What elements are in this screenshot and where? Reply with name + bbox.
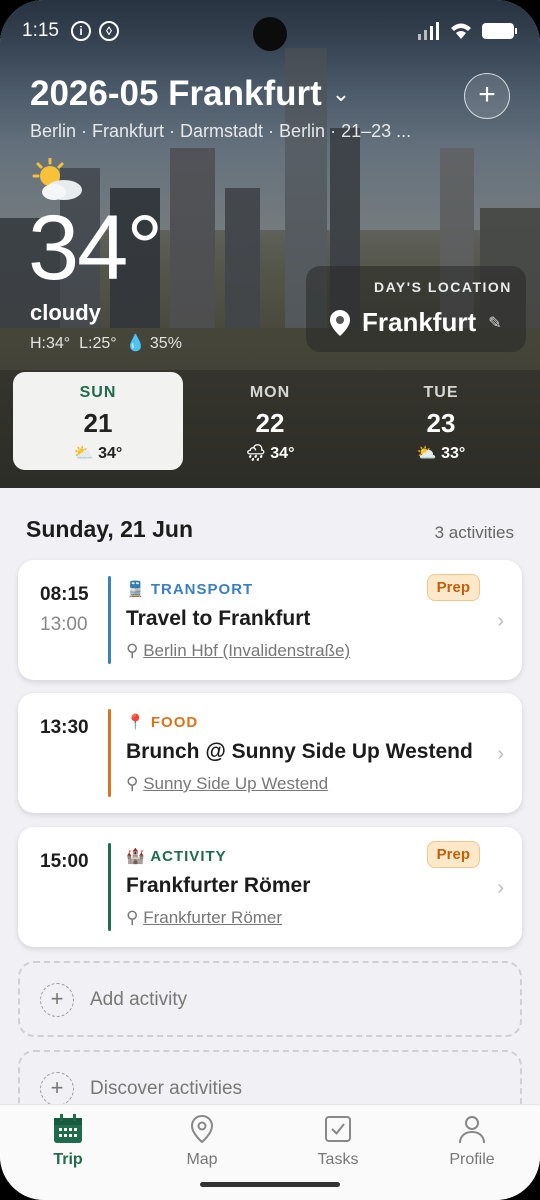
pin-icon: ⚲ [126,908,139,927]
activity-title: Frankfurter Römer [126,874,311,897]
start-time: 15:00 [40,851,89,872]
signal-icon [418,22,439,40]
category-bar [108,843,111,931]
nav-tasks[interactable]: Tasks [288,1113,388,1169]
activity-place[interactable]: ⚲ Berlin Hbf (Invalidenstraße) [126,641,350,661]
prep-badge: Prep [426,574,480,601]
category-bar [108,576,111,664]
pin-icon: ⚲ [126,774,139,793]
day-date: 23 [426,408,456,438]
chevron-down-icon: ⌄ [331,81,351,106]
edit-icon[interactable]: ✎ [488,313,501,333]
home-indicator [200,1182,340,1187]
prep-badge: Prep [426,841,480,868]
camera-cutout [253,17,287,51]
weather-condition: cloudy [30,300,101,325]
trip-title[interactable]: 2026-05 Frankfurt ⌄ [30,74,350,114]
high-temp: H:34° [30,335,71,352]
nav-map[interactable]: Map [152,1113,252,1169]
nav-tasks-label: Tasks [317,1151,359,1168]
plus-icon: + [40,983,74,1017]
activity-card[interactable]: 08:15 13:00 🚆 TRANSPORT Prep Travel to F… [18,560,522,680]
activity-place[interactable]: ⚲ Frankfurter Römer [126,908,282,928]
shield-icon: ◊ [98,21,119,41]
day-name: SUN [79,384,117,401]
day-heading: Sunday, 21 Jun [26,516,194,542]
wifi-icon [451,23,471,39]
chevron-right-icon: › [497,743,504,765]
raindrop-icon: 💧 [125,335,146,352]
trip-title-text: 2026-05 Frankfurt [30,74,322,113]
nav-map-label: Map [186,1151,218,1168]
pin-icon: ⚲ [126,641,139,660]
rain-cloud-icon: 🌧 [245,445,266,462]
train-icon: 🚆 [126,581,146,598]
day-name: TUE [423,384,459,401]
day-location-name: Frankfurt [362,307,477,337]
nav-trip[interactable]: Trip [18,1113,118,1169]
map-pin-icon: 📍 [126,714,146,731]
activity-card[interactable]: 13:30 📍 FOOD Brunch @ Sunny Side Up West… [18,693,522,813]
activity-place[interactable]: ⚲ Sunny Side Up Westend [126,774,328,794]
day-tab-sun[interactable]: SUN 21 ⛅ 34° [13,372,183,470]
add-activity-button[interactable]: + Add activity [18,961,522,1037]
nav-profile[interactable]: Profile [422,1113,522,1169]
checkbox-icon [325,1116,351,1142]
day-temp: 33° [441,445,466,462]
trip-hero: 1:15 i ◊ 2026-05 Frankfurt ⌄ + Berlin · … [0,0,540,488]
day-temp: 34° [98,445,123,462]
rain-chance: 35% [149,335,182,352]
nav-trip-label: Trip [53,1151,83,1168]
activity-title: Travel to Frankfurt [126,607,311,630]
weather-details: H:34° L:25° 💧 35% [30,333,182,353]
start-time: 08:15 [40,584,89,605]
add-trip-button[interactable]: + [464,73,510,119]
trip-route: Berlin · Frankfurt · Darmstadt · Berlin … [30,121,412,141]
category-bar [108,709,111,797]
activity-category: 🏰 ACTIVITY [126,848,227,865]
day-selector: SUN 21 ⛅ 34° MON 22 🌧 34° TUE 23 ⛅ 33° [0,370,540,488]
activity-count: 3 activities [434,523,514,542]
activity-category: 🚆 TRANSPORT [126,581,254,598]
app-screen: 1:15 i ◊ 2026-05 Frankfurt ⌄ + Berlin · … [0,0,540,1200]
day-tab-mon[interactable]: MON 22 🌧 34° [185,372,355,470]
person-icon [459,1116,485,1144]
end-time: 13:00 [40,614,88,635]
add-activity-label: Add activity [90,989,188,1010]
partly-cloudy-icon: ⛅ [416,445,437,462]
low-temp: L:25° [79,335,117,352]
battery-icon [482,23,517,39]
status-time: 1:15 [22,20,59,41]
day-tab-tue[interactable]: TUE 23 ⛅ 33° [356,372,526,470]
castle-icon: 🏰 [126,848,146,865]
activity-title: Brunch @ Sunny Side Up Westend [126,740,473,763]
partly-cloudy-icon: ⛅ [73,445,94,462]
map-pin-icon [190,1114,214,1144]
day-date: 22 [255,408,285,438]
map-pin-icon [330,309,350,336]
day-location[interactable]: Frankfurt ✎ [330,307,502,338]
current-temperature: 34° [28,197,163,299]
nav-profile-label: Profile [449,1151,495,1168]
day-date: 21 [83,408,113,438]
plus-icon: + [40,1072,74,1106]
chevron-right-icon: › [497,877,504,899]
discover-activities-label: Discover activities [90,1078,243,1099]
day-name: MON [249,384,291,401]
day-temp: 34° [270,445,295,462]
info-icon: i [70,21,91,41]
day-location-label: DAY'S LOCATION [374,279,512,295]
start-time: 13:30 [40,717,89,738]
calendar-icon [54,1114,82,1143]
activity-category: 📍 FOOD [126,714,199,731]
chevron-right-icon: › [497,610,504,632]
activity-card[interactable]: 15:00 🏰 ACTIVITY Prep Frankfurter Römer … [18,827,522,947]
